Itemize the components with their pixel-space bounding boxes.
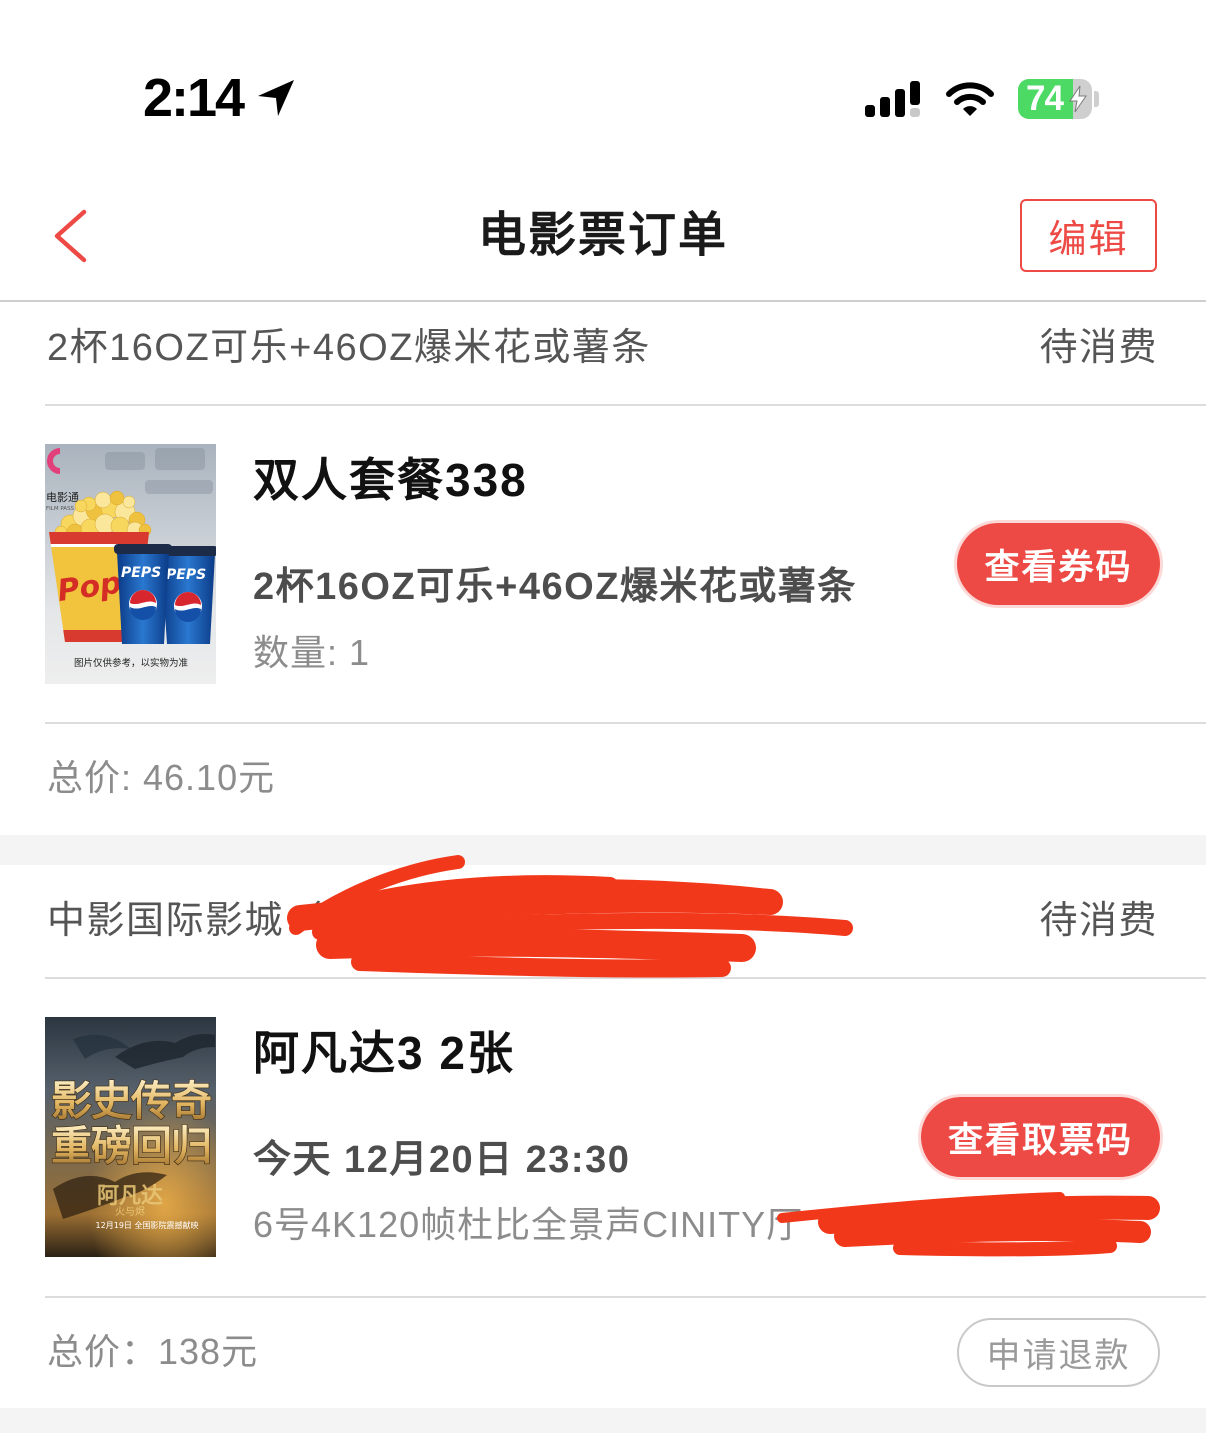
cinema-name: 中影国际影城（ <box>47 900 324 942</box>
request-refund-button[interactable]: 申请退款 <box>957 1318 1160 1387</box>
cellular-signal-icon <box>865 81 921 117</box>
order-status: 待消费 <box>1039 900 1158 942</box>
order-status: 待消费 <box>1039 327 1158 369</box>
battery-level: 74 <box>1026 79 1064 118</box>
battery-icon: 74 <box>1018 79 1092 119</box>
order-item-quantity: 数量: 1 <box>253 632 371 673</box>
svg-text:电影通: 电影通 <box>46 491 79 504</box>
edit-button-label: 编辑 <box>1048 219 1129 261</box>
poster-release-date: 12月19日 全国影院震撼献映 <box>96 1220 199 1230</box>
poster-headline: 重磅回归 <box>51 1122 211 1170</box>
order-item-title: 双人套餐338 <box>253 454 528 506</box>
status-time: 2:14 <box>143 68 245 128</box>
order-header-title: 2杯16OZ可乐+46OZ爆米花或薯条 <box>47 327 651 369</box>
image-caption: 图片仅供参考，以实物为准 <box>74 657 189 669</box>
section-separator <box>0 1408 1206 1433</box>
request-refund-label: 申请退款 <box>986 1337 1131 1375</box>
edit-button[interactable]: 编辑 <box>1020 199 1157 272</box>
order-total: 总价: 46.10元 <box>47 757 276 798</box>
divider <box>45 977 1206 979</box>
order-item-description: 2杯16OZ可乐+46OZ爆米花或薯条 <box>253 566 857 608</box>
screening-hall: 6号4K120帧杜比全景声CINITY厅 <box>253 1204 804 1245</box>
svg-text:FILM PASS: FILM PASS <box>46 506 75 512</box>
view-voucher-code-label: 查看券码 <box>984 547 1133 587</box>
order-item-title: 阿凡达3 2张 <box>253 1027 515 1079</box>
charging-bolt-icon <box>1069 85 1087 113</box>
movie-poster-image: 影史传奇 重磅回归 阿凡达 火与烬 12月19日 全国影院震撼献映 <box>45 1017 216 1257</box>
divider <box>45 722 1206 724</box>
section-separator <box>0 835 1206 865</box>
view-voucher-code-button[interactable]: 查看券码 <box>957 523 1160 605</box>
combo-product-image: 电影通 FILM PASS Popc PEPS PEPS 图片仅供参考，以实物为… <box>45 444 216 684</box>
wifi-icon <box>946 82 994 116</box>
view-ticket-code-button[interactable]: 查看取票码 <box>921 1097 1160 1177</box>
pepsi-cup: PEPS <box>114 544 172 644</box>
view-ticket-code-label: 查看取票码 <box>947 1120 1133 1160</box>
divider <box>45 404 1206 406</box>
poster-headline: 影史传奇 <box>51 1077 211 1125</box>
nav-divider <box>0 300 1206 302</box>
poster-film-subtitle: 火与烬 <box>115 1206 145 1218</box>
poster-film-title: 阿凡达 <box>97 1184 163 1209</box>
svg-text:PEPS: PEPS <box>166 567 206 583</box>
divider <box>45 1296 1206 1298</box>
battery-cap <box>1094 91 1099 107</box>
location-arrow-icon <box>258 80 294 116</box>
order-total: 总价：138元 <box>47 1331 259 1372</box>
showtime: 今天 12月20日 23:30 <box>253 1139 631 1181</box>
svg-text:PEPS: PEPS <box>121 565 161 581</box>
